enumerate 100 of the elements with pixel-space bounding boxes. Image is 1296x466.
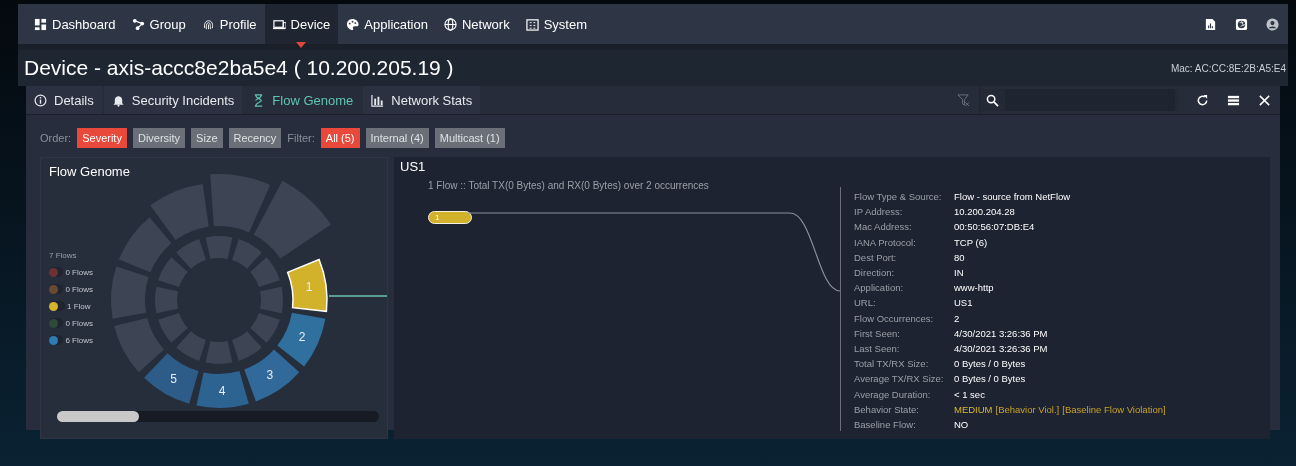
legend-label: 0 Flows [65,318,93,328]
detail-label: Average TX/RX Size: [854,373,945,385]
genome-segment[interactable] [250,257,280,287]
genome-segment[interactable] [176,239,206,269]
legend-label: 6 Flows [65,335,93,345]
genome-segment[interactable]: 5 [144,353,199,404]
detail-value: US1 [954,297,973,309]
tab[interactable]: Network Stats [363,86,481,114]
detail-label: URL: [854,297,877,309]
nav-item[interactable]: Group [123,4,194,44]
tab[interactable]: Details [26,86,102,114]
mac-address: Mac: AC:CC:8E:2B:A5:E4 [1170,62,1287,74]
filter-option[interactable]: Multicast (1) [434,128,505,148]
genome-segment[interactable] [260,286,283,314]
legend-toggle[interactable] [49,267,64,277]
detail-value: 2 [954,312,960,324]
detail-value: 0 Bytes / 0 Bytes [954,358,1026,370]
genome-segment[interactable] [205,341,233,364]
flow-summary: 1 Flow :: Total TX(0 Bytes) and RX(0 Bytes) over 2 occurrences [428,180,710,191]
behavior-tag: [Behavior Viol.] [995,403,1060,415]
genome-segment[interactable]: 2 [277,312,326,367]
genome-segment[interactable] [155,286,178,314]
genome-segment[interactable] [205,236,233,259]
genome-segment[interactable] [250,313,280,343]
detail-value: 80 [954,251,965,263]
genome-segment[interactable]: 4 [196,371,249,408]
detail-label: Flow Occurrences: [854,312,935,324]
detail-value: TCP (6) [954,236,988,248]
page-title: Device - axis-accc8e2ba5e4 ( 10.200.205.19 ) [24,56,454,80]
behavior-tag: [Baseline Flow Violation] [1062,403,1166,415]
search-icon [986,93,999,107]
filter-option[interactable]: Internal (4) [365,128,429,148]
panel-title: Flow Genome [49,164,131,179]
detail-label: Baseline Flow: [854,418,917,430]
nav-item[interactable]: System [517,4,595,44]
bar-chart-icon [371,93,385,107]
laptop-icon [272,17,286,31]
order-option[interactable]: Severity [77,128,127,148]
legend-toggle[interactable] [49,318,64,328]
detail-label: Application: [854,282,905,294]
legend-label: 0 Flows [65,284,93,294]
scrollbar[interactable] [57,411,379,422]
detail-value: 4/30/2021 3:26:36 PM [954,342,1048,354]
connector-line [328,295,387,297]
behavior-tag: MEDIUM [954,403,993,415]
detail-label: Last Seen: [854,342,901,354]
detail-label: Total TX/RX Size: [854,358,930,370]
info-icon [34,93,47,107]
nav-item[interactable]: Network [435,4,518,44]
tab[interactable]: Security Incidents [103,86,243,114]
flow-total: 7 Flows [49,251,78,260]
detail-label: First Seen: [854,327,901,339]
genome-segment[interactable] [118,217,172,273]
detail-value: www-http [954,282,994,294]
detail-label: Dest Port: [854,251,898,263]
genome-segment[interactable] [210,174,271,233]
legend-label: 1 Flow [67,301,91,311]
detail-label: Behavior State: [854,403,920,415]
order-option[interactable]: Recency [228,128,282,148]
legend-toggle[interactable] [49,284,64,294]
search-field[interactable] [980,89,1179,111]
genome-segment[interactable] [232,331,262,361]
nav-item[interactable]: Application [338,4,436,44]
bell-icon [111,93,125,107]
nav-item[interactable]: Dashboard [26,4,124,44]
detail-value: 0 Bytes / 0 Bytes [954,373,1026,385]
legend-toggle[interactable] [49,335,64,345]
legend-toggle[interactable] [49,301,65,311]
detail-label: Direction: [854,267,896,279]
detail-value: Flow - source from NetFlow [954,191,1071,203]
genome-segment[interactable] [232,239,262,269]
genome-segment[interactable] [176,331,206,361]
filter-label: Filter: [287,132,315,144]
detail-label: IP Address: [854,206,904,218]
genome-segment[interactable]: 3 [244,349,300,402]
order-label: Order: [40,132,72,144]
order-option[interactable]: Size [191,128,223,148]
detail-value: 00:50:56:07:DB:E4 [954,221,1035,233]
nav-item[interactable]: Profile [193,4,265,44]
detail-value: NO [954,418,969,430]
detail-label: Mac Address: [854,221,913,233]
detail-value: < 1 sec [954,388,985,400]
order-option[interactable]: Diversity [132,128,186,148]
legend-label: 0 Flows [65,267,93,277]
detail-value: IN [954,267,964,279]
filter-option[interactable]: All (5) [320,128,360,148]
building-icon [525,17,539,31]
nodes-icon [131,17,145,31]
panel-title: US1 [400,159,427,174]
dashboard-icon [34,17,47,31]
globe-icon [443,17,457,31]
detail-label: Average Duration: [854,388,932,400]
genome-segment[interactable] [253,180,331,259]
fingerprint-icon [201,17,215,31]
genome-segment[interactable] [111,266,149,319]
genome-segment[interactable] [158,257,188,287]
scrollbar-thumb[interactable] [57,411,139,422]
detail-label: IANA Protocol: [854,236,917,248]
palette-icon [346,17,360,31]
genome-segment[interactable] [158,313,188,343]
